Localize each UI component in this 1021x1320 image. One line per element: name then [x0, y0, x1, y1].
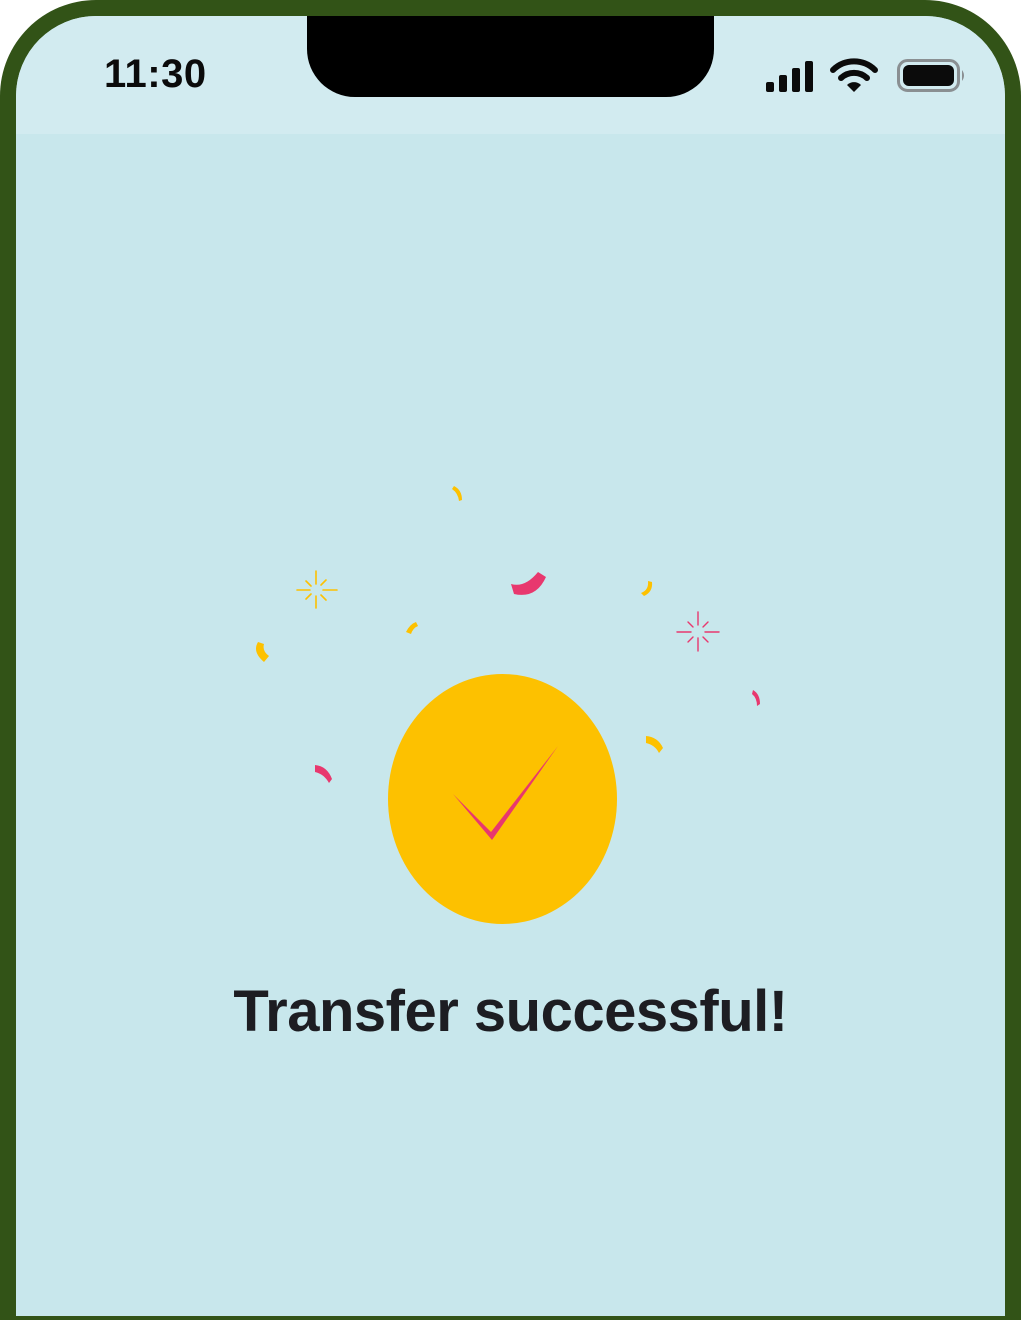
success-content: Transfer successful! — [16, 16, 1005, 1316]
success-title: Transfer successful! — [233, 979, 788, 1044]
confetti-decoration — [256, 486, 760, 783]
checkmark-icon — [453, 746, 558, 840]
app-screen: 11:30 Transfer successful! — [16, 16, 1005, 1316]
success-badge — [388, 674, 617, 924]
phone-frame: 11:30 Transfer successful! — [0, 0, 1021, 1320]
